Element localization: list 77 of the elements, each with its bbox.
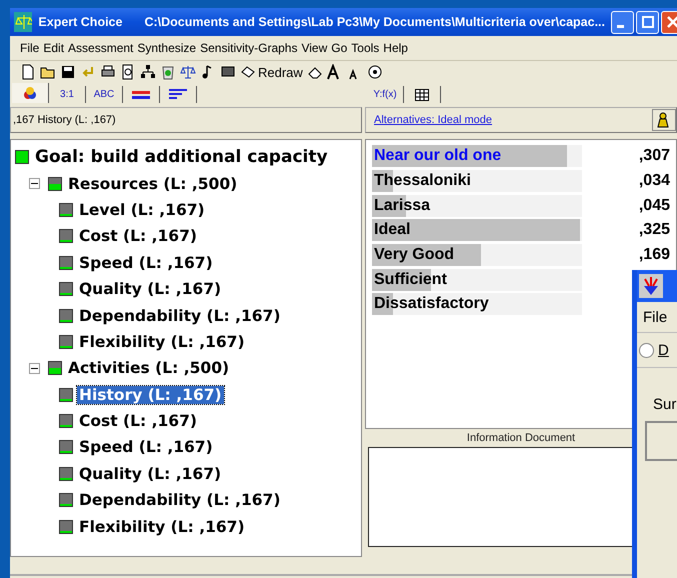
menu-item[interactable]: Go xyxy=(331,41,348,55)
node-icon xyxy=(59,282,73,296)
file-path: C:\Documents and Settings\Lab Pc3\My Documents\Multicriteria over\capac... xyxy=(144,15,605,29)
tree-node[interactable]: Dependability (L: ,167) xyxy=(77,491,282,510)
node-icon xyxy=(59,388,73,402)
eraser-icon xyxy=(240,64,256,80)
node-icon xyxy=(48,361,62,376)
tree-node[interactable]: Resources (L: ,500) xyxy=(66,174,240,193)
collapse-toggle[interactable] xyxy=(29,178,40,190)
save-icon[interactable] xyxy=(60,64,76,80)
new-file-icon[interactable] xyxy=(20,64,36,80)
node-header: ,167 History (L: ,167) xyxy=(10,107,362,133)
node-icon xyxy=(59,493,73,508)
tree-node[interactable]: Flexibility (L: ,167) xyxy=(77,518,247,536)
node-icon xyxy=(59,229,73,244)
node-icon xyxy=(59,440,73,454)
tree-node[interactable]: Flexibility (L: ,167) xyxy=(77,332,247,351)
menu-item[interactable]: File xyxy=(20,41,40,55)
app-icon xyxy=(14,12,32,32)
help-icon[interactable] xyxy=(366,64,383,80)
menu-item[interactable]: Help xyxy=(383,41,408,55)
node-icon xyxy=(59,520,73,534)
tree-node[interactable]: Activities (L: ,500) xyxy=(66,359,232,378)
window-title: Expert Choice xyxy=(38,15,122,29)
tree-node[interactable]: Level (L: ,167) xyxy=(77,200,207,219)
alternative-name[interactable]: Ideal xyxy=(372,219,410,242)
menu-item[interactable]: File xyxy=(643,308,668,326)
tree-node[interactable]: Quality (L: ,167) xyxy=(77,280,224,298)
node-icon xyxy=(15,150,29,164)
node-icon xyxy=(59,334,73,349)
balance-scale-icon[interactable] xyxy=(180,64,196,80)
redraw-button[interactable]: Redraw xyxy=(240,63,303,81)
priority-value: ,045 xyxy=(638,196,670,215)
minimize-icon xyxy=(617,24,624,28)
recycle-bin-icon[interactable] xyxy=(160,64,176,80)
tree-node[interactable]: Dependability (L: ,167) xyxy=(77,306,282,325)
menu-item[interactable]: Tools xyxy=(351,41,380,55)
close-icon xyxy=(666,16,677,28)
node-icon xyxy=(48,176,62,191)
tree-node[interactable]: Goal: build additional capacity xyxy=(33,147,330,168)
collapse-toggle[interactable] xyxy=(29,362,40,374)
tree-node[interactable]: Cost (L: ,167) xyxy=(77,227,199,246)
app-icon xyxy=(639,274,663,298)
tree-node[interactable]: Quality (L: ,167) xyxy=(77,464,224,483)
menu-item[interactable]: Synthesize xyxy=(137,41,196,55)
maximize-button[interactable] xyxy=(636,10,659,34)
priority-value: ,325 xyxy=(638,221,670,240)
dialog-label: Sur xyxy=(652,396,677,413)
menu-item[interactable]: View xyxy=(301,41,328,55)
equal-bars-icon xyxy=(132,90,150,100)
priority-value: ,034 xyxy=(638,172,670,190)
info-title: Information Document xyxy=(466,431,576,446)
tree-node[interactable]: History (L: ,167) xyxy=(77,386,224,404)
hierarchy-icon[interactable] xyxy=(140,64,156,80)
minimize-button[interactable] xyxy=(611,10,634,34)
node-icon xyxy=(59,414,73,428)
sorted-bars-icon xyxy=(169,88,187,100)
radio-label[interactable]: D xyxy=(658,342,669,358)
alternatives-link[interactable]: Alternatives: Ideal mode xyxy=(366,114,492,126)
table-icon xyxy=(415,88,429,100)
tree-node[interactable]: Speed (L: ,167) xyxy=(77,438,215,456)
menu-item[interactable]: Sensitivity-Graphs xyxy=(200,41,298,55)
radio-button[interactable] xyxy=(639,342,654,358)
node-icon xyxy=(59,256,73,270)
priority-value: ,169 xyxy=(638,246,670,264)
maximize-icon xyxy=(642,16,654,28)
menu-item[interactable]: Edit xyxy=(43,41,64,55)
person-add-button[interactable] xyxy=(652,109,676,131)
tree-node[interactable]: Speed (L: ,167) xyxy=(77,254,215,272)
view-tab[interactable] xyxy=(12,83,49,103)
node-icon xyxy=(59,466,73,481)
tree-node[interactable]: Cost (L: ,167) xyxy=(77,412,199,430)
node-icon xyxy=(59,308,73,323)
menu-item[interactable]: Assessment xyxy=(68,41,134,55)
color-balls-icon xyxy=(23,86,37,100)
priority-value: ,307 xyxy=(638,147,670,166)
node-icon xyxy=(59,202,73,217)
